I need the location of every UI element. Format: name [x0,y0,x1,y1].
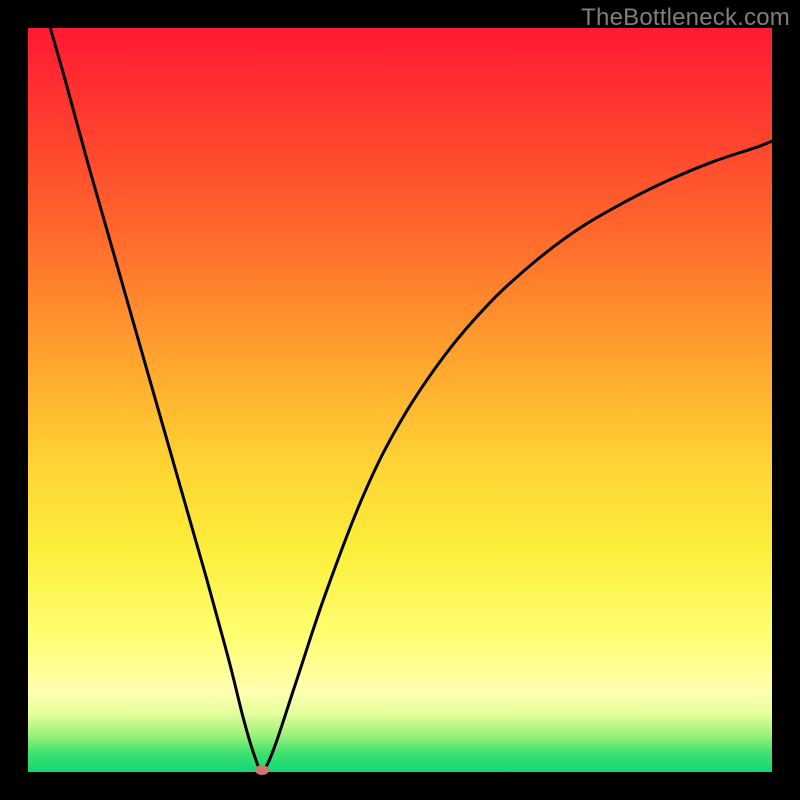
minimum-marker-icon [255,765,269,775]
bottleneck-curve [28,28,772,772]
chart-frame: TheBottleneck.com [0,0,800,800]
watermark-label: TheBottleneck.com [581,4,790,32]
plot-area [28,28,772,772]
